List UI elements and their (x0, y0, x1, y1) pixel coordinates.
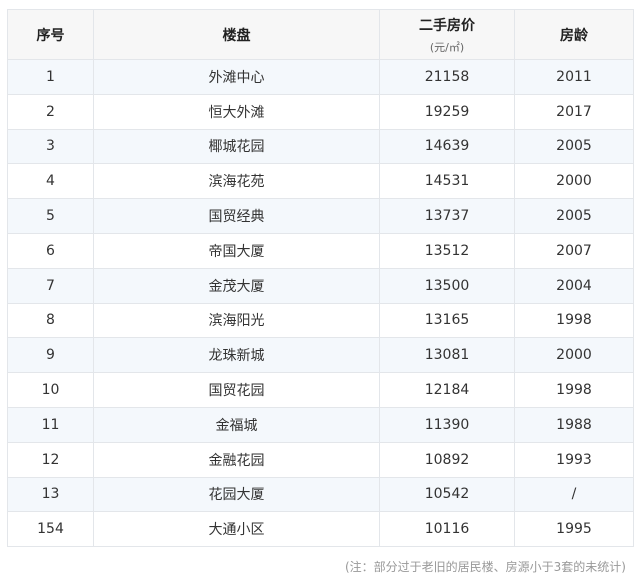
cell-price: 12184 (379, 372, 515, 408)
cell-age: 2011 (514, 59, 634, 95)
header-age: 房龄 (514, 9, 634, 60)
cell-price: 13165 (379, 302, 515, 339)
table-row: 11 金福城 11390 1988 (7, 406, 634, 443)
cell-price: 13512 (379, 232, 515, 269)
cell-age: / (514, 476, 634, 513)
cell-index: 12 (7, 441, 94, 478)
cell-age: 2000 (514, 163, 634, 200)
table-row: 154 大通小区 10116 1995 (7, 511, 634, 548)
cell-price: 13500 (379, 267, 515, 304)
cell-index: 154 (7, 511, 94, 548)
cell-index: 1 (7, 59, 94, 95)
cell-index: 11 (7, 406, 94, 443)
cell-age: 2005 (514, 198, 634, 234)
cell-price: 13737 (379, 198, 515, 234)
table-row: 6 帝国大厦 13512 2007 (7, 232, 634, 269)
cell-index: 9 (7, 337, 94, 374)
table-row: 9 龙珠新城 13081 2000 (7, 337, 634, 374)
cell-age: 1993 (514, 441, 634, 478)
header-estate: 楼盘 (93, 9, 380, 60)
cell-estate: 金福城 (93, 406, 380, 443)
cell-index: 5 (7, 198, 94, 234)
cell-price: 13081 (379, 337, 515, 374)
cell-estate: 帝国大厦 (93, 232, 380, 269)
cell-age: 2005 (514, 128, 634, 165)
cell-index: 13 (7, 476, 94, 513)
cell-age: 2000 (514, 337, 634, 374)
cell-age: 2007 (514, 232, 634, 269)
header-price-label: 二手房价 (419, 17, 475, 34)
cell-index: 6 (7, 232, 94, 269)
header-row: 序号 楼盘 二手房价 (元/㎡) 房龄 (7, 9, 634, 60)
cell-estate: 椰城花园 (93, 128, 380, 165)
cell-estate: 外滩中心 (93, 59, 380, 95)
cell-index: 7 (7, 267, 94, 304)
cell-age: 2004 (514, 267, 634, 304)
header-index: 序号 (7, 9, 94, 60)
table-row: 7 金茂大厦 13500 2004 (7, 267, 634, 304)
cell-age: 1998 (514, 302, 634, 339)
cell-age: 1995 (514, 511, 634, 548)
table-row: 10 国贸花园 12184 1998 (7, 372, 634, 408)
cell-estate: 金融花园 (93, 441, 380, 478)
cell-age: 1998 (514, 372, 634, 408)
table-row: 4 滨海花苑 14531 2000 (7, 163, 634, 200)
cell-price: 14639 (379, 128, 515, 165)
cell-estate: 滨海阳光 (93, 302, 380, 339)
cell-price: 14531 (379, 163, 515, 200)
cell-price: 10542 (379, 476, 515, 513)
housing-price-table: 序号 楼盘 二手房价 (元/㎡) 房龄 1 外滩中心 21158 2011 2 恒大外滩 19… (7, 9, 634, 548)
header-price-unit: (元/㎡) (429, 40, 465, 54)
cell-estate: 滨海花苑 (93, 163, 380, 200)
cell-estate: 大通小区 (93, 511, 380, 548)
table-row: 12 金融花园 10892 1993 (7, 441, 634, 478)
cell-index: 8 (7, 302, 94, 339)
cell-estate: 金茂大厦 (93, 267, 380, 304)
cell-index: 2 (7, 93, 94, 130)
cell-price: 10892 (379, 441, 515, 478)
cell-price: 21158 (379, 59, 515, 95)
cell-estate: 龙珠新城 (93, 337, 380, 374)
cell-estate: 花园大厦 (93, 476, 380, 513)
table-row: 1 外滩中心 21158 2011 (7, 59, 634, 95)
footnote: (注：部分过于老旧的居民楼、房源小于3套的未统计) (344, 560, 626, 574)
table-row: 13 花园大厦 10542/ (7, 476, 634, 513)
table-row: 8 滨海阳光 13165 1998 (7, 302, 634, 339)
cell-estate: 国贸花园 (93, 372, 380, 408)
cell-price: 10116 (379, 511, 515, 548)
header-price: 二手房价 (元/㎡) (379, 9, 515, 60)
cell-age: 2017 (514, 93, 634, 130)
cell-estate: 恒大外滩 (93, 93, 380, 130)
cell-index: 10 (7, 372, 94, 408)
cell-index: 3 (7, 128, 94, 165)
cell-age: 1988 (514, 406, 634, 443)
cell-price: 19259 (379, 93, 515, 130)
cell-price: 11390 (379, 406, 515, 443)
cell-index: 4 (7, 163, 94, 200)
table-row: 2 恒大外滩 19259 2017 (7, 93, 634, 130)
cell-estate: 国贸经典 (93, 198, 380, 234)
table-row: 5 国贸经典 13737 2005 (7, 198, 634, 234)
table-row: 3 椰城花园 14639 2005 (7, 128, 634, 165)
